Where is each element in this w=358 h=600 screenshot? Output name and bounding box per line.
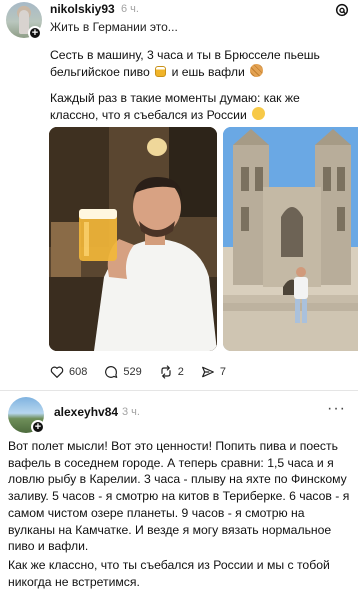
grimace-emoji-icon bbox=[252, 107, 266, 120]
more-options-icon[interactable]: ··· bbox=[327, 400, 346, 418]
post-nikolskiy93: + nikolskiy93 6 ч. Жить в Германии это..… bbox=[0, 0, 358, 390]
post-time: 6 ч. bbox=[121, 3, 139, 15]
follow-plus-icon[interactable]: + bbox=[31, 420, 45, 434]
follow-plus-icon[interactable]: + bbox=[28, 26, 42, 40]
share-icon bbox=[201, 366, 214, 378]
comment-icon bbox=[105, 366, 118, 378]
threads-icon bbox=[335, 3, 349, 17]
reply-username[interactable]: alexeyhv84 bbox=[54, 405, 118, 419]
post-topic[interactable]: Жить в Германии это... bbox=[50, 20, 178, 34]
reply-paragraph: Вот полет мысли! Вот это ценности! Попит… bbox=[8, 439, 350, 554]
comment-button[interactable]: 529 bbox=[103, 364, 142, 380]
waffle-emoji-icon bbox=[250, 64, 264, 77]
post-text: Сесть в машину, 3 часа и ты в Брюсселе п… bbox=[50, 47, 350, 133]
heart-icon bbox=[50, 366, 64, 378]
share-button[interactable]: 7 bbox=[200, 364, 226, 380]
photo-cathedral[interactable] bbox=[223, 127, 358, 351]
photo-cathedral-art bbox=[223, 127, 358, 351]
post-paragraph-tail: и ешь вафли bbox=[171, 65, 245, 79]
photo-man-with-beer-art bbox=[49, 127, 217, 351]
post-actions: 608 529 2 7 bbox=[49, 364, 242, 380]
share-count: 7 bbox=[219, 366, 226, 378]
repost-button[interactable]: 2 bbox=[158, 364, 184, 380]
post-divider bbox=[0, 390, 358, 391]
reply-time: 3 ч. bbox=[122, 406, 140, 418]
reply-paragraph: Как же классно, что ты съебался из Росси… bbox=[8, 557, 330, 589]
like-count: 608 bbox=[69, 366, 88, 378]
post-username[interactable]: nikolskiy93 bbox=[50, 2, 115, 16]
repost-count: 2 bbox=[177, 366, 184, 378]
photo-man-with-beer[interactable] bbox=[49, 127, 217, 351]
reply-text: Вот полет мысли! Вот это ценности! Попит… bbox=[8, 438, 353, 592]
like-button[interactable]: 608 bbox=[49, 364, 87, 380]
beer-emoji-icon bbox=[155, 66, 167, 77]
repost-icon bbox=[161, 365, 171, 379]
comment-count: 529 bbox=[123, 366, 142, 378]
